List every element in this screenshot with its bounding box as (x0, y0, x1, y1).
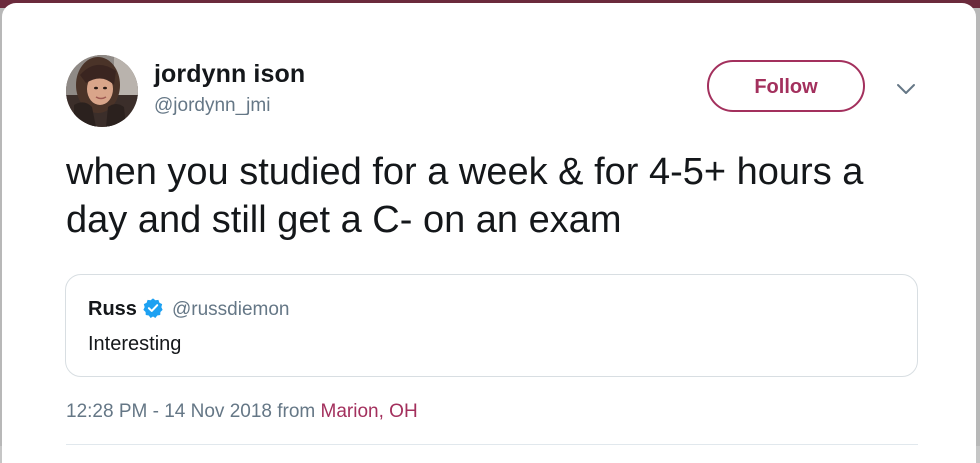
verified-badge-icon (143, 298, 163, 318)
follow-button[interactable]: Follow (707, 60, 865, 112)
chevron-down-icon[interactable] (895, 81, 917, 97)
location-link[interactable]: Marion, OH (321, 401, 418, 422)
tweet-meta: 12:28 PM - 14 Nov 2018 from Marion, OH (66, 401, 418, 423)
avatar-photo-icon (66, 55, 138, 127)
tweet-timestamp[interactable]: 12:28 PM - 14 Nov 2018 (66, 401, 272, 422)
quoted-author-name: Russ (88, 298, 137, 320)
divider (66, 444, 918, 445)
author-display-name[interactable]: jordynn ison (154, 60, 305, 89)
from-label: from (277, 401, 316, 422)
avatar[interactable] (66, 55, 138, 127)
tweet-text: when you studied for a week & for 4-5+ h… (66, 151, 864, 241)
quoted-tweet-text: Interesting (88, 333, 182, 355)
quoted-author-handle: @russdiemon (172, 299, 290, 320)
quoted-tweet-card[interactable]: Russ @russdiemon Interesting (65, 274, 918, 377)
tweet-card: jordynn ison @jordynn_jmi Follow when yo… (2, 3, 976, 463)
author-handle[interactable]: @jordynn_jmi (154, 95, 270, 117)
